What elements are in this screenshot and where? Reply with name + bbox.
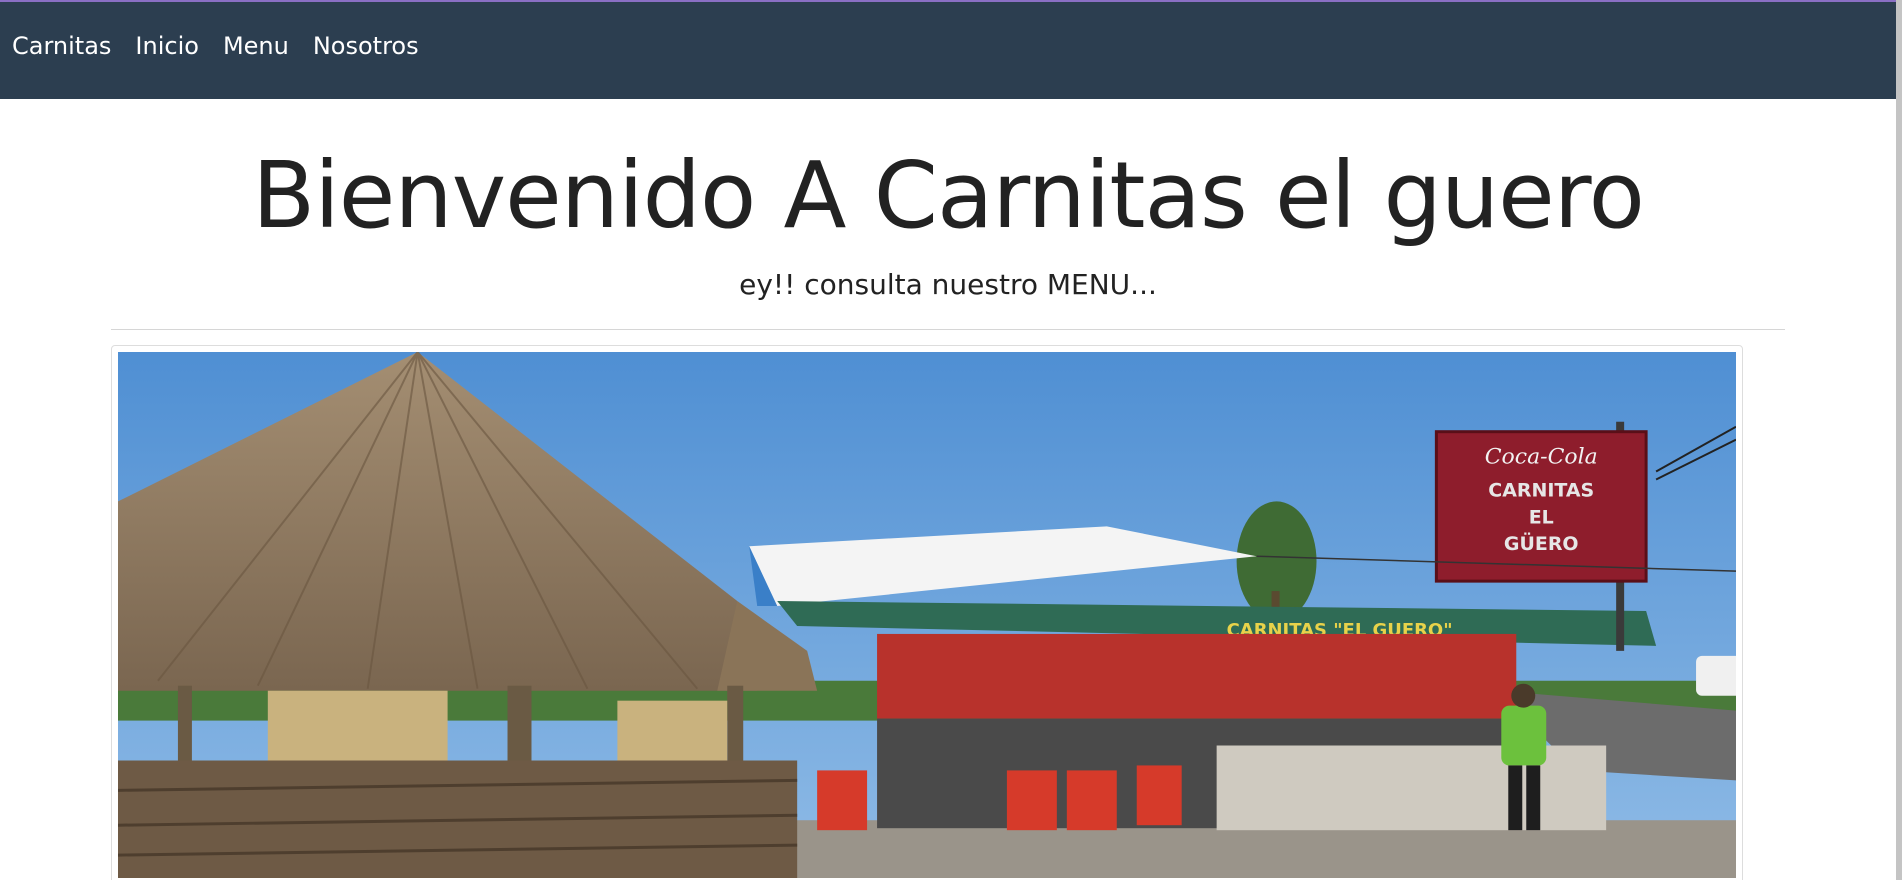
nav-item-menu[interactable]: Menu [223,30,289,62]
counter [1216,745,1607,831]
person [1501,705,1547,766]
restaurant-photo: CARNITAS "EL GUERO" Coca-Cola CARNITAS E… [118,352,1736,878]
stall-wall [877,633,1517,719]
page-title: Bienvenido A Carnitas el guero [252,142,1645,249]
chair [1006,770,1057,831]
scrollbar-thumb[interactable] [1896,0,1902,880]
nav-item-nosotros[interactable]: Nosotros [313,30,419,62]
navbar: Carnitas Inicio Menu Nosotros [0,2,1896,99]
restaurant-photo-frame: CARNITAS "EL GUERO" Coca-Cola CARNITAS E… [111,345,1743,880]
sign-line-3: GÜERO [1504,531,1579,555]
sign-line-2: EL [1529,506,1554,528]
chair [1066,770,1117,831]
sign-line-1: CARNITAS [1488,479,1594,501]
van [1696,655,1736,696]
nav-item-inicio[interactable]: Inicio [135,30,199,62]
chair [1136,765,1182,826]
chair [817,770,868,831]
page-subtitle: ey!! consulta nuestro MENU... [739,268,1157,301]
main-content: Bienvenido A Carnitas el guero ey!! cons… [0,99,1896,880]
sign-brand: Coca-Cola [1485,445,1598,470]
nav-brand-carnitas[interactable]: Carnitas [12,30,111,62]
divider [111,329,1785,330]
